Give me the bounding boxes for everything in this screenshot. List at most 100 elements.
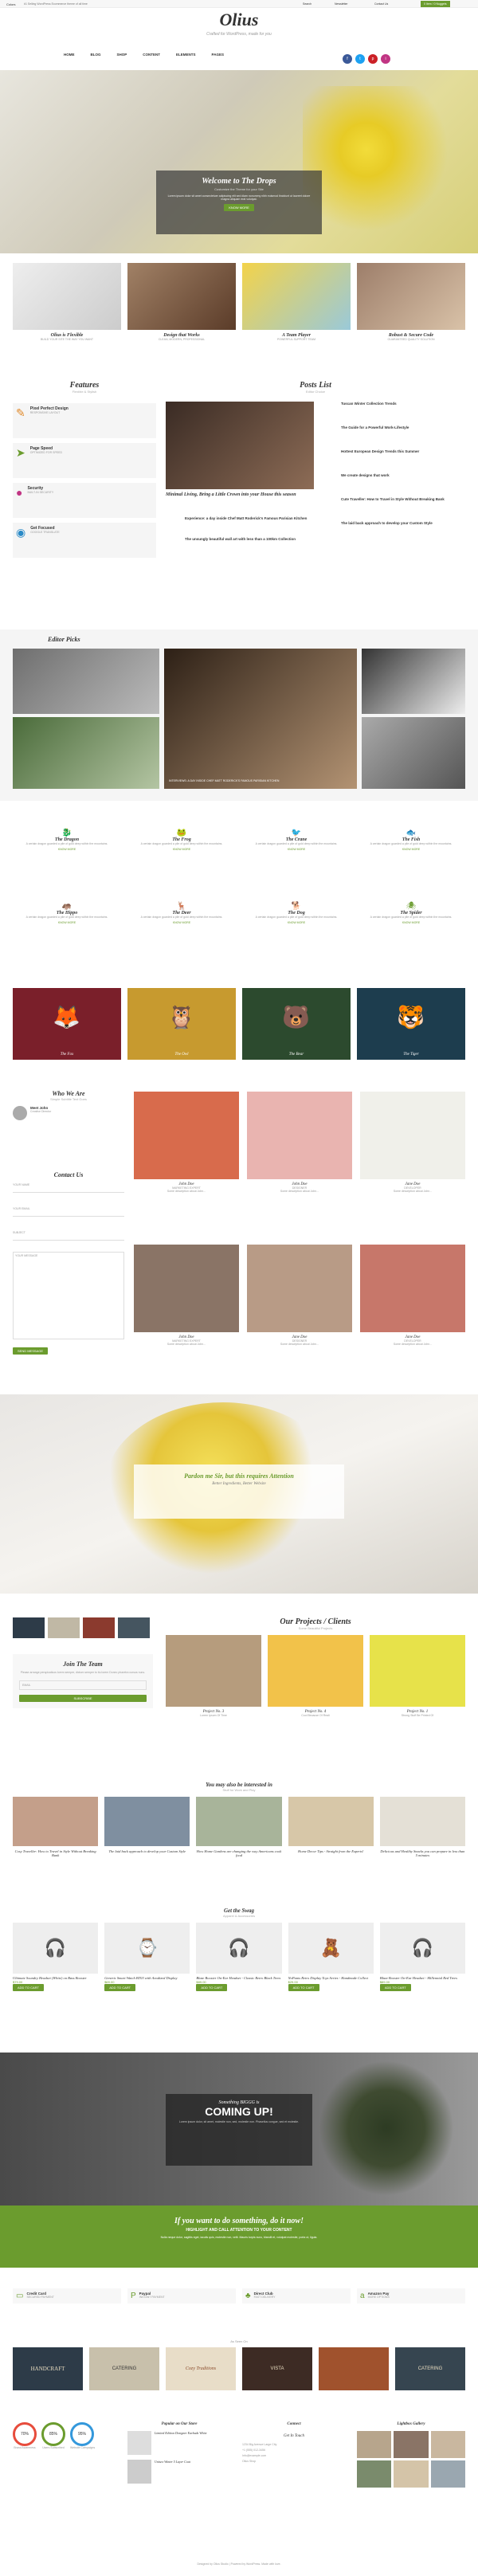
interest-card[interactable]: How Home Gardens are changing the way Am… bbox=[196, 1797, 282, 1857]
post-main-image[interactable] bbox=[166, 402, 314, 489]
interest-card[interactable]: Cosy Traveller: How to Travel in Style W… bbox=[13, 1797, 99, 1857]
lightbox-thumb[interactable] bbox=[394, 2460, 429, 2488]
payment-card[interactable]: P Paypal INSTANT PAYMENT bbox=[127, 2288, 236, 2304]
name-field[interactable]: YOUR NAME bbox=[13, 1183, 124, 1193]
payment-card[interactable]: a Amazon Pay MORE OPTIONS bbox=[357, 2288, 465, 2304]
nav-blog[interactable]: BLOG bbox=[91, 53, 101, 64]
search-link[interactable]: Search bbox=[303, 2, 311, 6]
animal-card[interactable]: 🦌 The Deer A certain dragon guarded a pile… bbox=[127, 902, 236, 924]
nav-elements[interactable]: ELEMENTS bbox=[176, 53, 196, 64]
promo-card[interactable]: Robust & Secure Code GUARANTEED QUALITY … bbox=[357, 263, 465, 341]
promo-card[interactable]: Design that Works CLEAN, MODERN, PROFESS… bbox=[127, 263, 236, 341]
post-main-title[interactable]: Minimal Living, Bring a Little Crown int… bbox=[166, 492, 314, 497]
pick-left-top[interactable] bbox=[13, 649, 159, 714]
product-card[interactable]: 🎧 Blaze Booster On-Ear Headset - Millenni… bbox=[379, 1923, 466, 1991]
logo-catering-2[interactable]: CATERING bbox=[395, 2347, 465, 2390]
pinterest-icon[interactable]: p bbox=[368, 54, 378, 64]
add-to-cart-button[interactable]: ADD TO CART bbox=[288, 1984, 319, 1991]
animal-cta[interactable]: KNOW MORE bbox=[127, 921, 236, 924]
cart-button[interactable]: 0 Item / 0 Nuggets bbox=[421, 1, 450, 7]
pick-right-bottom[interactable] bbox=[362, 717, 465, 789]
logo-cozy[interactable]: Cozy Traditions bbox=[166, 2347, 236, 2390]
portrait-card[interactable]: 🐻 The Bear bbox=[242, 988, 351, 1060]
animal-card[interactable]: 🐟 The Fish A certain dragon guarded a pile… bbox=[357, 829, 465, 851]
payment-card[interactable]: ▭ Credit Card SECURED PAYMENT bbox=[13, 2288, 121, 2304]
product-card[interactable]: 🎧 Ultimate Soundry Headset (White) on Bas… bbox=[13, 1923, 99, 1991]
product-card[interactable]: 🧸 NoPants Retro Display Toys Series - Han… bbox=[288, 1923, 374, 1991]
newsletter-link[interactable]: Newsletter bbox=[335, 2, 348, 6]
lightbox-thumb[interactable] bbox=[394, 2431, 429, 2458]
lightbox-thumb[interactable] bbox=[430, 2460, 465, 2488]
subject-field[interactable]: SUBJECT bbox=[13, 1231, 124, 1241]
promo-card[interactable]: A Team Player POWERFUL SUPPORT TEAM bbox=[242, 263, 351, 341]
message-field[interactable]: YOUR MESSAGE bbox=[13, 1252, 124, 1339]
join-email-field[interactable]: EMAIL bbox=[19, 1680, 147, 1690]
post-item[interactable]: Experience: a day inside Chef Matt Roder… bbox=[166, 516, 314, 520]
team-card[interactable]: John Doe MARKETING EXPERT Some description… bbox=[134, 1092, 239, 1193]
pick-left-bottom[interactable] bbox=[13, 717, 159, 789]
post-item[interactable]: The unsungly beautiful wall art with les… bbox=[166, 537, 314, 541]
nav-shop[interactable]: SHOP bbox=[117, 53, 127, 64]
pick-main[interactable]: INTERVIEWS: A DAY INSIDE CHEF MATT RODER… bbox=[164, 649, 357, 789]
add-to-cart-button[interactable]: ADD TO CART bbox=[379, 1984, 411, 1991]
client-logo[interactable] bbox=[13, 1617, 45, 1638]
popular-item[interactable]: Unisex Winter 5 Layer Coat bbox=[127, 2460, 231, 2484]
team-card[interactable]: Jane Doe DESIGNER Some description about J… bbox=[247, 1245, 352, 1346]
project-card[interactable]: Project No. 4 Cool Because Of Reali bbox=[268, 1635, 363, 1717]
client-logo[interactable] bbox=[83, 1617, 115, 1638]
animal-card[interactable]: 🕷 The Spider A certain dragon guarded a pi… bbox=[357, 902, 465, 924]
connect-line[interactable]: Info@example.com bbox=[242, 2454, 346, 2457]
subscribe-button[interactable]: SUBSCRIBE bbox=[19, 1695, 147, 1702]
lightbox-thumb[interactable] bbox=[357, 2431, 392, 2458]
lightbox-thumb[interactable] bbox=[430, 2431, 465, 2458]
animal-card[interactable]: 🦛 The Hippo A certain dragon guarded a pil… bbox=[13, 902, 121, 924]
pick-right-top[interactable] bbox=[362, 649, 465, 714]
email-field[interactable]: YOUR EMAIL bbox=[13, 1207, 124, 1217]
animal-cta[interactable]: KNOW MORE bbox=[242, 921, 351, 924]
team-card[interactable]: John Doe MARKETING EXPERT Some description… bbox=[134, 1245, 239, 1346]
topbar-left[interactable]: Colors bbox=[6, 2, 16, 6]
logo-vista[interactable]: VISTA bbox=[242, 2347, 312, 2390]
animal-cta[interactable]: KNOW MORE bbox=[242, 848, 351, 851]
nav-content[interactable]: CONTENT bbox=[143, 53, 160, 64]
portrait-card[interactable]: 🐯 The Tiger bbox=[357, 988, 465, 1060]
product-card[interactable]: 🎧 Blaze Booster On-Ear Headset - Classic … bbox=[196, 1923, 282, 1991]
post-item[interactable]: The laid back approach to develop your C… bbox=[322, 521, 465, 525]
post-item[interactable]: Hottest European Design Trends this Summ… bbox=[322, 449, 465, 453]
client-logo[interactable] bbox=[48, 1617, 80, 1638]
nav-home[interactable]: HOME bbox=[64, 53, 75, 64]
popular-item[interactable]: Limited Edition Designer Earbuds White bbox=[127, 2431, 231, 2455]
post-item[interactable]: The Guide for a Powerful Work-Lifestyle bbox=[322, 425, 465, 429]
team-card[interactable]: Jane Doe DEVELOPER Some description about … bbox=[360, 1092, 465, 1193]
add-to-cart-button[interactable]: ADD TO CART bbox=[196, 1984, 228, 1991]
logo-badge[interactable] bbox=[319, 2347, 389, 2390]
lightbox-thumb[interactable] bbox=[357, 2460, 392, 2488]
promo-card[interactable]: Olius is Flexible BUILD YOUR SITE THE WA… bbox=[13, 263, 121, 341]
animal-card[interactable]: 🐸 The Frog A certain dragon guarded a pile… bbox=[127, 829, 236, 851]
interest-card[interactable]: The laid back approach to develop your C… bbox=[104, 1797, 190, 1857]
feature-item[interactable]: ➤ Page Speed OPTIMIZED FOR SPEED bbox=[13, 443, 156, 478]
interest-card[interactable]: Delicious and Healthy Snacks you can pre… bbox=[379, 1797, 466, 1857]
interest-card[interactable]: Home Decor Tips - Straight from the Expe… bbox=[288, 1797, 374, 1857]
animal-card[interactable]: 🐦 The Crane A certain dragon guarded a pil… bbox=[242, 829, 351, 851]
logo-handcraft[interactable]: HANDCRAFT bbox=[13, 2347, 83, 2390]
animal-cta[interactable]: KNOW MORE bbox=[357, 921, 465, 924]
facebook-icon[interactable]: f bbox=[343, 54, 352, 64]
portrait-card[interactable]: 🦊 The Fox bbox=[13, 988, 121, 1060]
animal-card[interactable]: 🐕 The Dog A certain dragon guarded a pile … bbox=[242, 902, 351, 924]
client-logo[interactable] bbox=[118, 1617, 150, 1638]
team-card[interactable]: Jane Doe DEVELOPER Some description about … bbox=[360, 1245, 465, 1346]
animal-cta[interactable]: KNOW MORE bbox=[357, 848, 465, 851]
feature-item[interactable]: ◉ Get Focused GOOGLE TRANSLATE bbox=[13, 523, 156, 558]
nav-pages[interactable]: PAGES bbox=[212, 53, 224, 64]
payment-card[interactable]: ♣ Direct Club FAST DELIVERY bbox=[242, 2288, 351, 2304]
hero-button[interactable]: KNOW MORE bbox=[224, 204, 254, 211]
post-item[interactable]: Tuscan Winter Collection Trends bbox=[322, 402, 465, 406]
feature-item[interactable]: ● Security BUILT-IN SECURITY bbox=[13, 483, 156, 518]
animal-cta[interactable]: KNOW MORE bbox=[13, 848, 121, 851]
animal-card[interactable]: 🐉 The Dragon A certain dragon guarded a pi… bbox=[13, 829, 121, 851]
logo-catering[interactable]: CATERING bbox=[89, 2347, 159, 2390]
animal-cta[interactable]: KNOW MORE bbox=[127, 848, 236, 851]
project-card[interactable]: Project No. 3 Lorem Ipsum Of Time bbox=[166, 1635, 261, 1717]
add-to-cart-button[interactable]: ADD TO CART bbox=[104, 1984, 136, 1991]
